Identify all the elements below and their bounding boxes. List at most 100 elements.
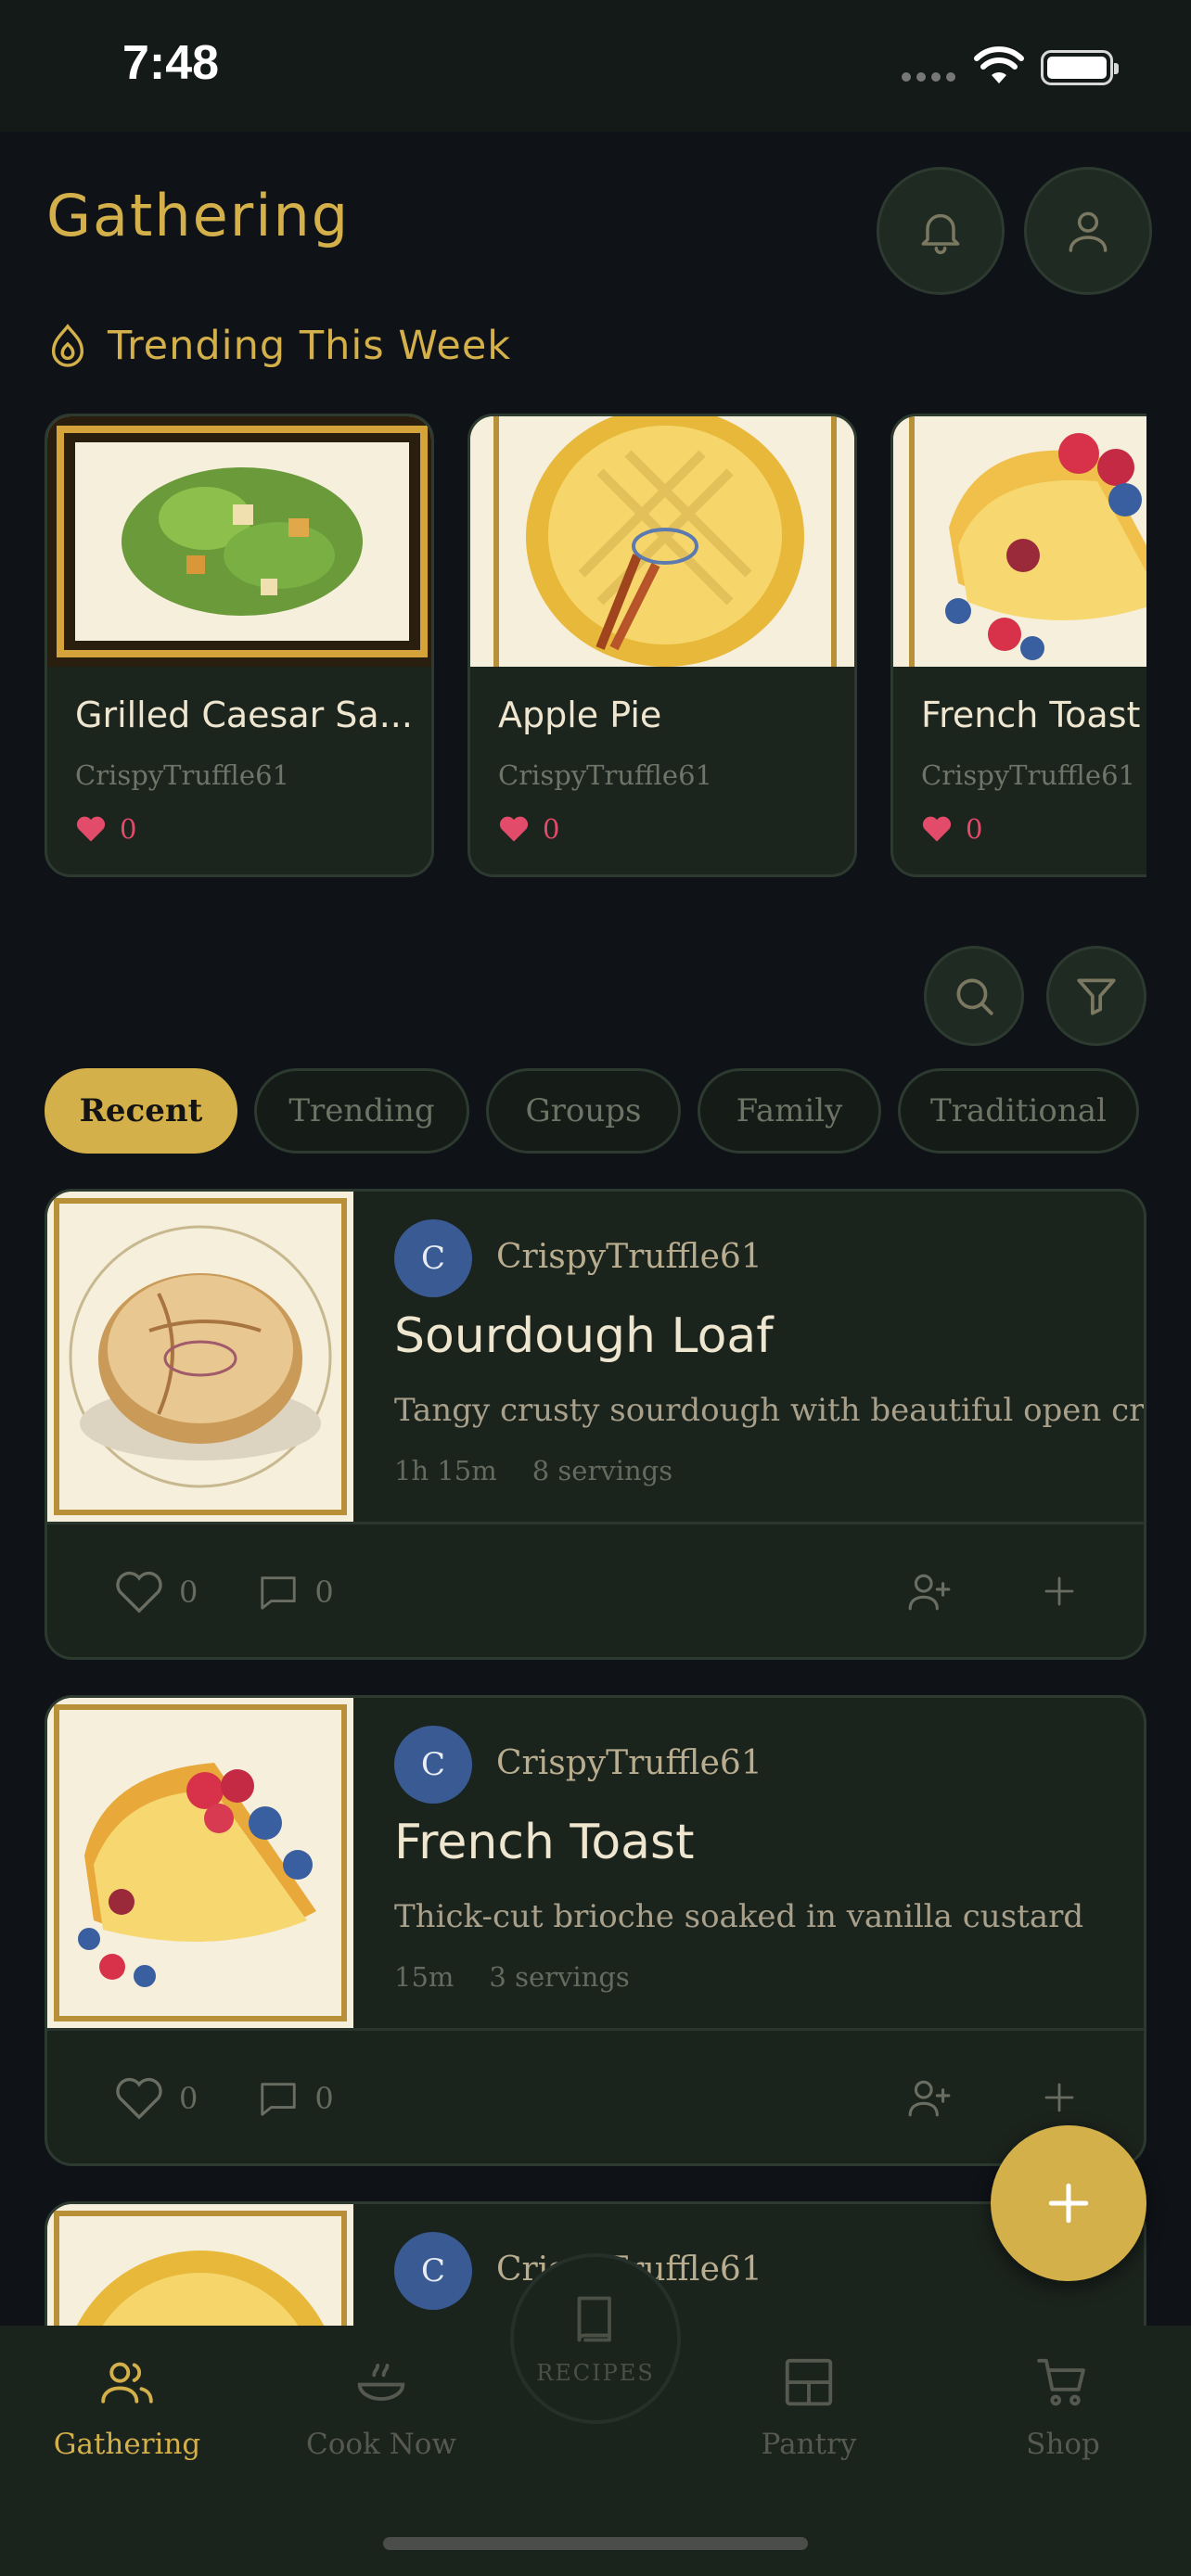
recipe-card[interactable]: C CrispyTruffle61 French Toast Thick-cut… — [45, 1695, 1146, 2166]
trending-card-name: Grilled Caesar Sa... — [75, 695, 413, 735]
filter-pill-traditional[interactable]: Traditional — [898, 1068, 1139, 1154]
add-recipe-button[interactable] — [991, 2125, 1146, 2281]
home-indicator — [383, 2537, 808, 2550]
page-title: Gathering — [46, 182, 351, 249]
french-toast-image — [893, 416, 1146, 667]
status-bar: 7:48 — [0, 0, 1191, 132]
like-count: 0 — [120, 813, 137, 845]
card-divider — [47, 1522, 1144, 1524]
avatar[interactable]: C — [394, 1726, 472, 1804]
comment-count: 0 — [314, 1575, 334, 1610]
status-time: 7:48 — [122, 36, 220, 90]
tab-label: Pantry — [761, 2428, 857, 2461]
filter-pill-recent[interactable]: Recent — [45, 1068, 237, 1154]
profile-button[interactable] — [1024, 167, 1152, 295]
trending-card-author: CrispyTruffle61 — [921, 759, 1135, 791]
cart-icon — [1037, 2358, 1085, 2406]
tab-pantry[interactable]: Pantry — [707, 2353, 911, 2461]
apple-pie-image — [470, 416, 854, 667]
trending-card-likes[interactable]: 0 — [75, 813, 136, 845]
filter-pill-groups[interactable]: Groups — [486, 1068, 681, 1154]
like-count: 0 — [543, 813, 560, 845]
search-icon — [956, 978, 993, 1015]
trending-carousel[interactable]: Grilled Caesar Sa... CrispyTruffle61 0 A… — [45, 414, 1146, 883]
comment-icon — [261, 1576, 297, 1610]
filter-pill-trending[interactable]: Trending — [254, 1068, 469, 1154]
recipe-time: 15m — [394, 1961, 455, 1993]
add-user-icon[interactable] — [906, 1568, 953, 1614]
plus-icon — [1048, 2183, 1089, 2224]
plus-icon[interactable] — [1040, 2078, 1079, 2117]
filter-icon — [1077, 978, 1116, 1015]
tab-gathering[interactable]: Gathering — [25, 2353, 229, 2461]
heart-outline-icon — [116, 1571, 162, 1613]
like-count: 0 — [179, 2081, 198, 2116]
trending-card-name: French Toast — [921, 695, 1141, 735]
trending-card[interactable]: Apple Pie CrispyTruffle61 0 — [467, 414, 857, 877]
signal-icon — [902, 72, 955, 82]
recipe-time: 1h 15m — [394, 1455, 497, 1486]
flame-icon — [51, 324, 84, 367]
french-toast-image — [47, 1698, 353, 2028]
filter-pill-family[interactable]: Family — [698, 1068, 881, 1154]
recipe-servings: 3 servings — [489, 1961, 630, 1993]
trending-card[interactable]: Grilled Caesar Sa... CrispyTruffle61 0 — [45, 414, 434, 877]
tab-label: Gathering — [53, 2428, 201, 2461]
people-icon — [101, 2362, 153, 2404]
trending-card-likes[interactable]: 0 — [921, 813, 982, 845]
recipe-meta: 1h 15m 8 servings — [394, 1455, 672, 1486]
book-icon — [577, 2296, 611, 2342]
recipe-actions: 0 0 — [114, 2076, 393, 2121]
tab-shop[interactable]: Shop — [961, 2353, 1165, 2461]
trending-card-author: CrispyTruffle61 — [498, 759, 712, 791]
comment-button[interactable]: 0 — [257, 2077, 334, 2120]
trending-card[interactable]: French Toast CrispyTruffle61 0 — [890, 414, 1146, 877]
bell-icon — [921, 213, 960, 255]
trending-card-name: Apple Pie — [498, 695, 662, 735]
recipe-actions: 0 0 — [114, 1570, 393, 1614]
avatar[interactable]: C — [394, 1219, 472, 1297]
battery-icon — [1041, 50, 1119, 85]
card-divider — [47, 2028, 1144, 2031]
heart-icon — [922, 816, 952, 842]
like-button[interactable]: 0 — [114, 2076, 198, 2121]
sourdough-image — [47, 1192, 353, 1522]
tab-label: Cook Now — [305, 2428, 456, 2461]
recipe-title[interactable]: Sourdough Loaf — [394, 1308, 774, 1364]
recipe-meta: 15m 3 servings — [394, 1961, 630, 1993]
avatar[interactable]: C — [394, 2232, 472, 2310]
recipe-description: Thick-cut brioche soaked in vanilla cust… — [394, 1898, 1084, 1935]
tab-recipes[interactable]: RECIPES — [510, 2253, 681, 2424]
notifications-button[interactable] — [877, 167, 1005, 295]
user-icon — [1069, 211, 1108, 252]
heart-icon — [499, 816, 529, 842]
like-button[interactable]: 0 — [114, 1570, 198, 1614]
trending-title: Trending This Week — [108, 323, 512, 369]
recipe-title[interactable]: French Toast — [394, 1815, 694, 1870]
trending-card-author: CrispyTruffle61 — [75, 759, 289, 791]
steaming-bowl-icon — [357, 2363, 405, 2401]
filter-tabs: Recent Trending Groups Family Traditiona… — [45, 1068, 1139, 1154]
heart-icon — [76, 816, 106, 842]
recipe-author[interactable]: CrispyTruffle61 — [496, 1744, 762, 1782]
comment-icon — [261, 2083, 297, 2116]
plus-icon[interactable] — [1040, 1572, 1079, 1611]
heart-outline-icon — [116, 2077, 162, 2120]
trending-card-likes[interactable]: 0 — [498, 813, 559, 845]
like-count: 0 — [179, 1575, 198, 1610]
recipe-author[interactable]: CrispyTruffle61 — [496, 1238, 762, 1276]
filter-button[interactable] — [1046, 946, 1146, 1046]
recipe-servings: 8 servings — [531, 1455, 673, 1486]
salad-image — [47, 416, 431, 667]
tab-label: Shop — [1026, 2428, 1100, 2461]
wifi-icon — [974, 46, 1024, 83]
tab-cook-now[interactable]: Cook Now — [279, 2353, 483, 2461]
add-user-icon[interactable] — [906, 2074, 953, 2121]
search-button[interactable] — [924, 946, 1024, 1046]
comment-count: 0 — [314, 2081, 334, 2116]
comment-button[interactable]: 0 — [257, 1571, 334, 1613]
trending-header: Trending This Week — [46, 323, 511, 369]
pantry-icon — [785, 2358, 833, 2406]
recipe-card[interactable]: C CrispyTruffle61 Sourdough Loaf Tangy c… — [45, 1189, 1146, 1660]
like-count: 0 — [966, 813, 983, 845]
